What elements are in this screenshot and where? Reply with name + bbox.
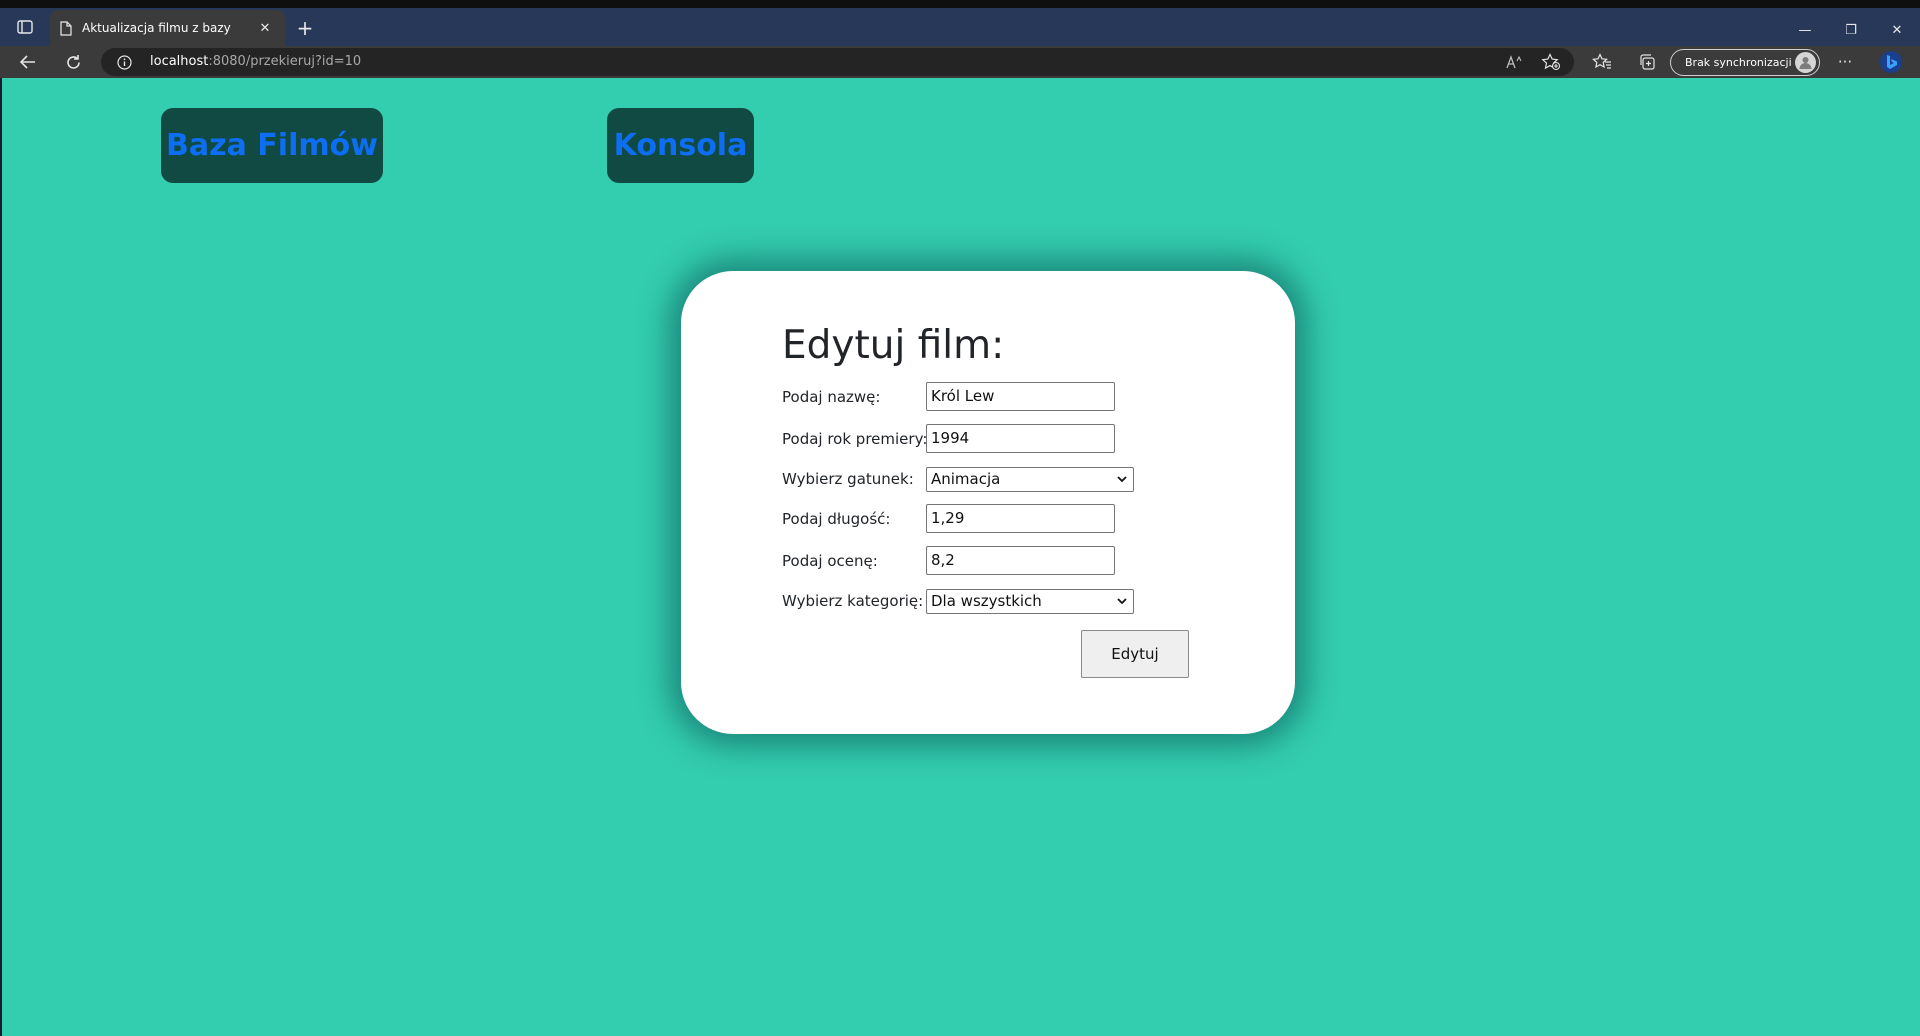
window-left-edge: [0, 78, 2, 1036]
chevron-down-icon: [1117, 598, 1127, 605]
year-label: Podaj rok premiery:: [782, 430, 928, 448]
refresh-icon: [66, 54, 80, 69]
tab-title: Aktualizacja filmu z bazy: [82, 21, 231, 35]
rating-input[interactable]: 8,2: [926, 546, 1115, 575]
page-icon: [60, 20, 72, 36]
refresh-button[interactable]: [59, 49, 87, 75]
category-select[interactable]: Dla wszystkich: [926, 589, 1134, 614]
tab-actions-button[interactable]: [10, 14, 40, 40]
favorites-icon: [1592, 53, 1611, 69]
site-info-icon[interactable]: [117, 55, 132, 70]
profile-avatar-icon: [1795, 52, 1816, 73]
year-input[interactable]: 1994: [926, 424, 1115, 453]
tab-actions-icon: [17, 20, 33, 34]
back-arrow-icon: [19, 55, 35, 69]
minimize-button[interactable]: —: [1782, 16, 1828, 46]
collections-icon: [1640, 54, 1655, 70]
active-tab[interactable]: Aktualizacja filmu z bazy ✕: [50, 10, 285, 46]
new-tab-button[interactable]: +: [292, 16, 318, 42]
genre-label: Wybierz gatunek:: [782, 470, 914, 488]
tab-bar: Aktualizacja filmu z bazy ✕ + — ❐ ✕: [0, 8, 1920, 46]
url-host: localhost: [150, 54, 209, 69]
back-button[interactable]: [14, 49, 42, 75]
window-top-border: [0, 0, 1920, 8]
edit-submit-button[interactable]: Edytuj: [1081, 630, 1189, 678]
browser-toolbar: localhost:8080/przekieruj?id=10 Brak syn…: [0, 46, 1920, 78]
bing-chat-button[interactable]: [1877, 49, 1905, 75]
bing-icon: [1880, 51, 1902, 73]
close-window-button[interactable]: ✕: [1874, 16, 1920, 46]
collections-button[interactable]: [1633, 49, 1661, 75]
genre-select[interactable]: Animacja: [926, 467, 1134, 492]
category-label: Wybierz kategorię:: [782, 592, 924, 610]
name-label: Podaj nazwę:: [782, 388, 881, 406]
chevron-down-icon: [1117, 476, 1127, 483]
more-menu-button[interactable]: ···: [1831, 49, 1859, 75]
profile-sync-button[interactable]: Brak synchronizacji: [1670, 49, 1820, 76]
length-input[interactable]: 1,29: [926, 504, 1115, 533]
konsola-label: Konsola: [613, 128, 748, 163]
konsola-button[interactable]: Konsola: [607, 108, 754, 183]
edit-movie-card: Edytuj film: Podaj nazwę: Król Lew Podaj…: [681, 271, 1295, 734]
favorites-button[interactable]: [1588, 49, 1616, 75]
genre-selected: Animacja: [931, 470, 1001, 488]
address-bar[interactable]: localhost:8080/przekieruj?id=10: [101, 48, 1574, 76]
category-selected: Dla wszystkich: [931, 592, 1042, 610]
length-label: Podaj długość:: [782, 510, 891, 528]
url-path: :8080/przekieruj?id=10: [208, 54, 362, 69]
sync-label: Brak synchronizacji: [1685, 56, 1792, 69]
name-input[interactable]: Król Lew: [926, 382, 1115, 411]
baza-filmow-button[interactable]: Baza Filmów: [161, 108, 383, 183]
url-text[interactable]: localhost:8080/przekieruj?id=10: [150, 54, 361, 69]
baza-filmow-label: Baza Filmów: [166, 128, 378, 163]
add-favorite-icon[interactable]: [1541, 53, 1561, 71]
rating-label: Podaj ocenę:: [782, 552, 878, 570]
tab-close-icon[interactable]: ✕: [255, 21, 275, 36]
restore-button[interactable]: ❐: [1828, 16, 1874, 46]
form-title: Edytuj film:: [782, 323, 1005, 368]
read-aloud-icon[interactable]: [1505, 53, 1525, 71]
